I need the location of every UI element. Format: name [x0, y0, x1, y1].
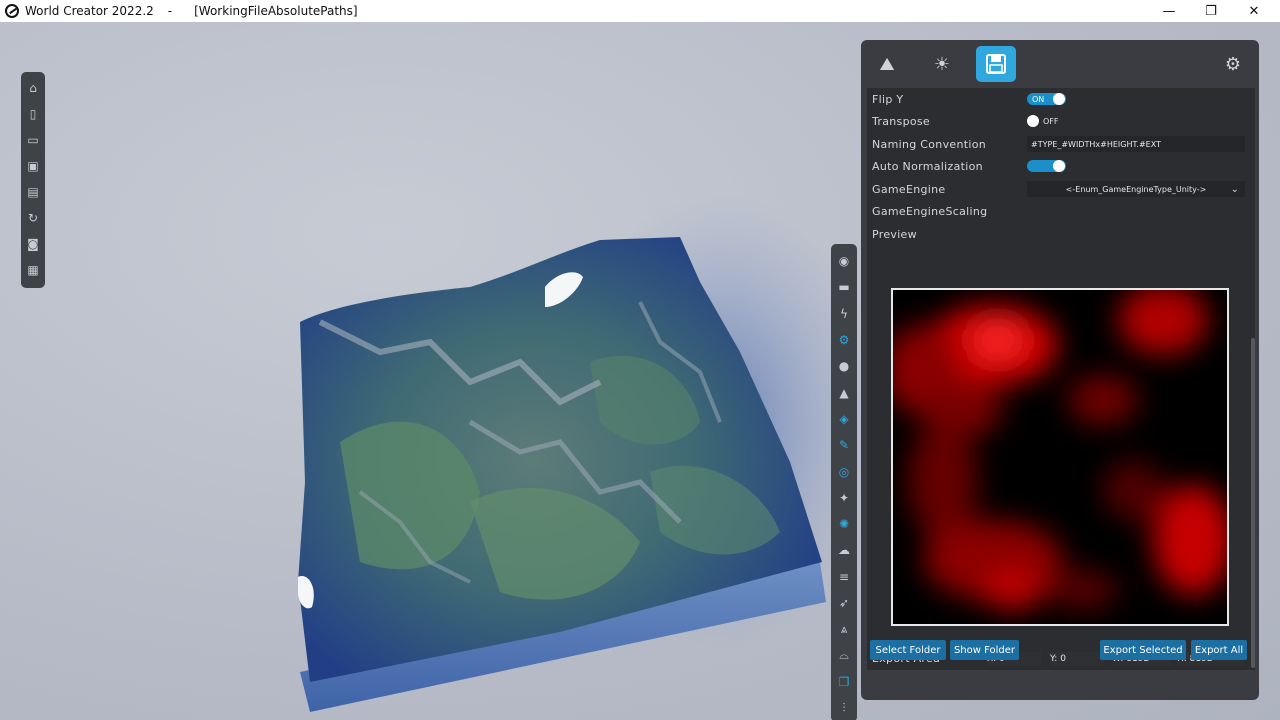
export-area-y[interactable]: Y: 0 — [1050, 652, 1104, 666]
save-icon[interactable]: ▣ — [23, 156, 43, 176]
auto-normalization-label: Auto Normalization — [872, 159, 983, 173]
eye-icon[interactable]: ◎ — [833, 458, 855, 484]
game-engine-value: <-Enum_GameEngineType_Unity-> — [1065, 184, 1207, 194]
preview-image — [893, 290, 1227, 624]
lightning-icon[interactable]: ϟ — [833, 301, 855, 327]
show-folder-button[interactable]: Show Folder — [950, 640, 1019, 660]
stack-icon[interactable]: ❐ — [833, 669, 855, 695]
terrain-tab-icon[interactable]: ⛰ — [867, 46, 907, 82]
left-toolbar: ⌂ ▯ ▭ ▣ ▤ ↻ ◙ ▦ — [21, 72, 45, 288]
auto-normalization-row: Auto Normalization — [867, 155, 1253, 177]
save-icon — [986, 54, 1006, 74]
mountain-icon[interactable]: ▲ — [833, 379, 855, 405]
heightmap-preview — [891, 288, 1229, 626]
cloud-icon[interactable]: ☁ — [833, 537, 855, 563]
export-icon[interactable]: ▦ — [23, 260, 43, 280]
app-title: World Creator 2022.2 — [25, 4, 154, 18]
sun-icon[interactable]: ✺ — [833, 511, 855, 537]
transpose-toggle[interactable]: OFF — [1027, 115, 1059, 127]
minimize-button[interactable]: — — [1146, 0, 1192, 22]
sparkle-icon[interactable]: ✦ — [833, 485, 855, 511]
refresh-icon[interactable]: ↻ — [23, 208, 43, 228]
brush-icon[interactable]: ✎ — [833, 432, 855, 458]
game-engine-scaling-label: GameEngineScaling — [872, 204, 988, 218]
flip-y-label: Flip Y — [872, 92, 904, 106]
export-selected-button[interactable]: Export Selected — [1100, 640, 1186, 660]
chevron-down-icon: ⌄ — [1230, 183, 1239, 195]
panel-tabs: ⛰ ☀ ⚙ — [861, 40, 1259, 86]
flip-y-state: ON — [1032, 94, 1045, 104]
save-as-icon[interactable]: ▤ — [23, 182, 43, 202]
game-engine-scaling-row: GameEngineScaling — [867, 200, 1253, 222]
panel-scrollbar[interactable] — [1251, 88, 1255, 670]
chart-icon[interactable]: ⫶ — [833, 695, 855, 720]
bridge-icon[interactable]: ⌓ — [833, 642, 855, 668]
tools-toolbar: ◉ ▬ ϟ ⚙ ● ▲ ◈ ✎ ◎ ✦ ✺ ☁ ≡ ➶ ⩓ ⌓ ❐ ⫶ — [831, 244, 857, 720]
rocket-icon[interactable]: ➶ — [833, 590, 855, 616]
folder-icon[interactable]: ▬ — [833, 274, 855, 300]
target-icon[interactable]: ◉ — [833, 248, 855, 274]
settings-icon[interactable]: ⚙ — [1213, 46, 1253, 82]
title-bar: World Creator 2022.2 - [WorkingFileAbsol… — [0, 0, 1280, 22]
close-button[interactable]: ✕ — [1231, 0, 1277, 22]
transpose-state: OFF — [1043, 116, 1059, 126]
scrollbar-thumb[interactable] — [1251, 338, 1255, 668]
title-separator: - — [167, 4, 173, 18]
naming-convention-row: Naming Convention #TYPE_#WIDTHx#HEIGHT.#… — [867, 133, 1253, 155]
camera-icon[interactable]: ◙ — [23, 234, 43, 254]
naming-convention-input[interactable]: #TYPE_#WIDTHx#HEIGHT.#EXT — [1027, 136, 1245, 152]
toggle-knob — [1027, 115, 1039, 127]
auto-normalization-toggle[interactable] — [1027, 160, 1066, 172]
naming-convention-label: Naming Convention — [872, 137, 986, 151]
gears-icon[interactable]: ⚙ — [833, 327, 855, 353]
preview-label: Preview — [872, 227, 917, 241]
waves-icon[interactable]: ≡ — [833, 564, 855, 590]
transpose-row: Transpose OFF — [867, 110, 1253, 132]
app-logo-icon — [5, 4, 19, 18]
home-icon[interactable]: ⌂ — [23, 78, 43, 98]
flip-y-row: Flip Y ON — [867, 88, 1253, 110]
drop-icon[interactable]: ● — [833, 353, 855, 379]
export-settings: Flip Y ON Transpose OFF Naming Conventio… — [867, 88, 1253, 670]
light-tab-icon[interactable]: ☀ — [922, 46, 962, 82]
preview-row: Preview — [867, 223, 1253, 245]
new-file-icon[interactable]: ▯ — [23, 104, 43, 124]
export-all-button[interactable]: Export All — [1191, 640, 1247, 660]
file-name: [WorkingFileAbsolutePaths] — [194, 4, 358, 18]
game-engine-label: GameEngine — [872, 182, 946, 196]
export-panel: ⛰ ☀ ⚙ Flip Y ON Transpose OFF Naming Con… — [861, 40, 1259, 700]
transpose-label: Transpose — [872, 114, 930, 128]
toggle-knob — [1053, 160, 1065, 172]
export-tab-icon[interactable] — [976, 46, 1016, 82]
flip-y-toggle[interactable]: ON — [1027, 93, 1066, 105]
terrain-icon[interactable]: ⩓ — [833, 616, 855, 642]
open-folder-icon[interactable]: ▭ — [23, 130, 43, 150]
select-folder-button[interactable]: Select Folder — [870, 640, 946, 660]
game-engine-row: GameEngine <-Enum_GameEngineType_Unity->… — [867, 178, 1253, 200]
game-engine-select[interactable]: <-Enum_GameEngineType_Unity-> ⌄ — [1027, 181, 1245, 197]
layers-icon[interactable]: ◈ — [833, 406, 855, 432]
toggle-knob — [1053, 93, 1065, 105]
maximize-button[interactable]: ❐ — [1188, 0, 1234, 22]
